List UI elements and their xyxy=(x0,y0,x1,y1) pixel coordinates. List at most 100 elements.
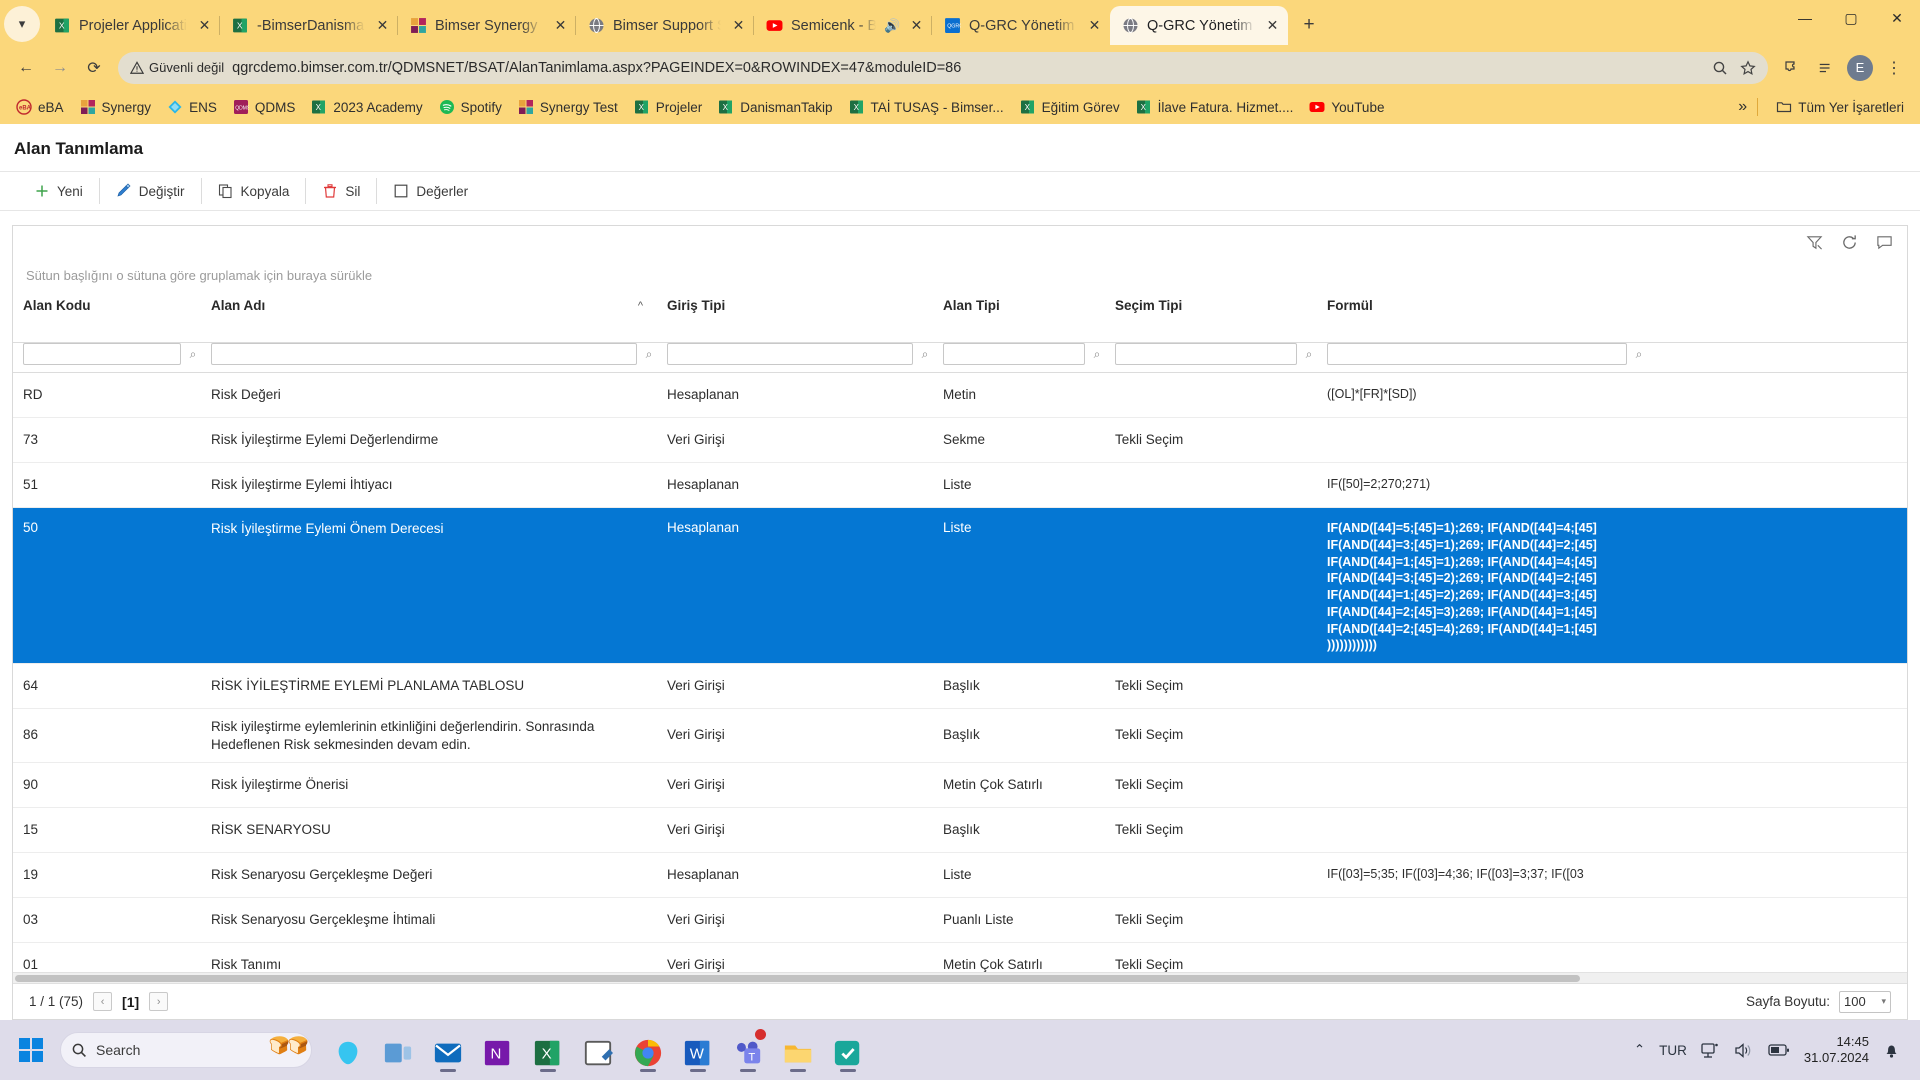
column-header-alan_kodu[interactable]: Alan Kodu xyxy=(13,292,201,342)
url-text[interactable]: qgrcdemo.bimser.com.tr/QDMSNET/BSAT/Alan… xyxy=(232,60,1704,76)
filter-input-secim_tipi[interactable] xyxy=(1115,343,1297,365)
taskbar-file-explorer-icon[interactable] xyxy=(776,1027,820,1073)
bookmark-item[interactable]: X Projeler xyxy=(626,95,711,119)
reload-icon[interactable]: ⟳ xyxy=(78,52,110,84)
clear-filter-icon[interactable] xyxy=(1806,234,1823,251)
browser-tab[interactable]: Semicenk - Batık 🔊 ✕ xyxy=(753,6,932,45)
filter-dropdown-icon[interactable]: ⌕ xyxy=(1301,344,1317,364)
bookmark-item[interactable]: Synergy Test xyxy=(510,95,626,119)
chrome-menu-icon[interactable]: ⋮ xyxy=(1878,52,1910,84)
filter-dropdown-icon[interactable]: ⌕ xyxy=(1631,344,1647,364)
table-row[interactable]: 01 Risk Tanımı Veri Girişi Metin Çok Satırl… xyxy=(13,943,1907,972)
maximize-button[interactable]: ▢ xyxy=(1828,0,1874,36)
table-row[interactable]: 73 Risk İyileştirme Eylemi Değerlendirme V… xyxy=(13,418,1907,463)
filter-dropdown-icon[interactable]: ⌕ xyxy=(917,344,933,364)
browser-tab[interactable]: QGRC Q-GRC Yönetim Sistemi ✕ xyxy=(931,6,1110,45)
filter-input-formul[interactable] xyxy=(1327,343,1627,365)
command-button[interactable]: Kopyala xyxy=(202,178,307,204)
table-row[interactable]: 19 Risk Senaryosu Gerçekleşme Değeri Hesap… xyxy=(13,853,1907,899)
bookmark-item[interactable]: X İlave Fatura. Hizmet.... xyxy=(1128,95,1302,119)
bookmark-item[interactable]: ENS xyxy=(159,95,225,119)
tab-close-icon[interactable]: ✕ xyxy=(373,16,392,35)
sort-ascending-icon[interactable]: ^ xyxy=(638,300,643,312)
browser-tab[interactable]: Q-GRC Yönetim Sistemi ✕ xyxy=(1110,6,1288,45)
pager-current-page[interactable]: [1] xyxy=(122,994,139,1010)
bookmark-item[interactable]: eBA eBA xyxy=(8,95,72,119)
browser-tab[interactable]: X -BimserDanismanTakip ✕ xyxy=(219,6,398,45)
column-header-secim_tipi[interactable]: Seçim Tipi xyxy=(1105,292,1317,342)
taskbar-copilot-icon[interactable] xyxy=(326,1027,370,1073)
taskbar-task-view-icon[interactable] xyxy=(376,1027,420,1073)
back-icon[interactable]: ← xyxy=(10,52,42,84)
taskbar-search[interactable]: Search 🍞🍞 xyxy=(60,1032,312,1068)
forward-icon[interactable]: → xyxy=(44,52,76,84)
bookmark-item[interactable]: X DanismanTakip xyxy=(710,95,840,119)
not-secure-badge[interactable]: Güvenli değil xyxy=(130,60,224,75)
filter-input-giris_tipi[interactable] xyxy=(667,343,913,365)
volume-icon[interactable] xyxy=(1734,1042,1754,1059)
close-window-button[interactable]: ✕ xyxy=(1874,0,1920,36)
profile-avatar[interactable]: E xyxy=(1844,52,1876,84)
bookmark-item[interactable]: X 2023 Academy xyxy=(303,95,430,119)
table-row[interactable]: 86 Risk iyileştirme eylemlerinin etkinliğ… xyxy=(13,709,1907,764)
filter-input-alan_kodu[interactable] xyxy=(23,343,181,365)
column-header-giris_tipi[interactable]: Giriş Tipi xyxy=(657,292,933,342)
start-button[interactable] xyxy=(8,1037,54,1063)
browser-tab[interactable]: X Projeler Applications ✕ xyxy=(42,6,220,45)
column-header-alan_adi[interactable]: Alan Adı ^ xyxy=(201,292,657,342)
table-row[interactable]: 03 Risk Senaryosu Gerçekleşme İhtimali Ver… xyxy=(13,898,1907,944)
command-button[interactable]: Sil xyxy=(306,178,378,204)
extensions-icon[interactable] xyxy=(1776,52,1808,84)
column-header-formul[interactable]: Formül xyxy=(1317,292,1647,342)
tab-close-icon[interactable]: ✕ xyxy=(1263,16,1282,35)
tab-close-icon[interactable]: ✕ xyxy=(551,16,570,35)
command-button[interactable]: Değerler xyxy=(377,178,484,204)
taskbar-onenote-icon[interactable]: N xyxy=(476,1027,520,1073)
browser-tab[interactable]: Bimser Support System ✕ xyxy=(575,6,754,45)
tab-search-icon[interactable]: ▾ xyxy=(4,6,40,42)
minimize-button[interactable]: — xyxy=(1782,0,1828,36)
page-size-select[interactable]: 100 ▾ xyxy=(1839,990,1891,1013)
address-bar[interactable]: Güvenli değil qgrcdemo.bimser.com.tr/QDM… xyxy=(118,51,1768,84)
language-indicator[interactable]: TUR xyxy=(1659,1043,1687,1058)
bookmark-item[interactable]: YouTube xyxy=(1301,95,1392,119)
filter-dropdown-icon[interactable]: ⌕ xyxy=(185,344,201,364)
bookmark-item[interactable]: QDMS QDMS xyxy=(225,95,304,119)
bookmark-star-icon[interactable] xyxy=(1740,59,1756,76)
bookmark-item[interactable]: X Eğitim Görev xyxy=(1012,95,1128,119)
taskbar-word-icon[interactable]: W xyxy=(676,1027,720,1073)
all-bookmarks-button[interactable]: Tüm Yer İşaretleri xyxy=(1768,95,1912,119)
scrollbar-thumb[interactable] xyxy=(15,975,1580,982)
table-row[interactable]: 90 Risk İyileştirme Önerisi Veri Girişi Met… xyxy=(13,763,1907,809)
bookmark-item[interactable]: Spotify xyxy=(431,95,510,119)
filter-input-alan_adi[interactable] xyxy=(211,343,637,365)
zoom-search-icon[interactable] xyxy=(1712,60,1728,76)
network-icon[interactable] xyxy=(1701,1042,1720,1059)
pager-prev-button[interactable]: ‹ xyxy=(93,992,113,1011)
taskbar-outlook-icon[interactable] xyxy=(426,1027,470,1073)
command-button[interactable]: Değiştir xyxy=(100,178,202,204)
bookmark-item[interactable]: X TAİ TUSAŞ - Bimser... xyxy=(841,95,1012,119)
table-row[interactable]: 50 Risk İyileştirme Eylemi Önem Derecesi H… xyxy=(13,508,1907,664)
filter-input-alan_tipi[interactable] xyxy=(943,343,1085,365)
column-header-alan_tipi[interactable]: Alan Tipi xyxy=(933,292,1105,342)
table-row[interactable]: 64 RİSK İYİLEŞTİRME EYLEMİ PLANLAMA TABLO… xyxy=(13,664,1907,709)
table-row[interactable]: RD Risk Değeri Hesaplanan Metin ([OL]*[FR]*[… xyxy=(13,373,1907,418)
group-panel[interactable]: Sütun başlığını o sütuna göre gruplamak … xyxy=(13,258,1907,292)
browser-tab[interactable]: Bimser Synergy ✕ xyxy=(397,6,576,45)
command-button[interactable]: Yeni xyxy=(18,178,100,204)
tab-close-icon[interactable]: ✕ xyxy=(729,16,748,35)
reading-list-icon[interactable] xyxy=(1810,52,1842,84)
taskbar-teams-icon[interactable]: T xyxy=(726,1027,770,1073)
filter-dropdown-icon[interactable]: ⌕ xyxy=(1089,344,1105,364)
taskbar-chrome-icon[interactable] xyxy=(626,1027,670,1073)
filter-dropdown-icon[interactable]: ⌕ xyxy=(641,344,657,364)
clock[interactable]: 14:45 31.07.2024 xyxy=(1804,1034,1869,1067)
taskbar-excel-icon[interactable]: X xyxy=(526,1027,570,1073)
table-row[interactable]: 51 Risk İyileştirme Eylemi İhtiyacı Hesapl… xyxy=(13,463,1907,508)
tab-close-icon[interactable]: ✕ xyxy=(195,16,214,35)
taskbar-notepad-icon[interactable] xyxy=(576,1027,620,1073)
table-row[interactable]: 15 RİSK SENARYOSU Veri Girişi Başlık Tekli S… xyxy=(13,808,1907,854)
comment-icon[interactable] xyxy=(1876,234,1893,251)
bell-icon[interactable] xyxy=(1883,1041,1900,1059)
